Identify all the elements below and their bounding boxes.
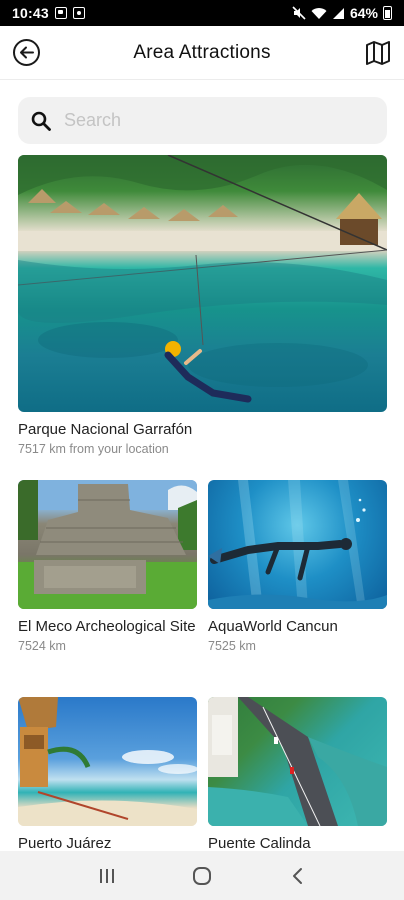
attraction-image-el-meco [18, 480, 197, 609]
page-title: Area Attractions [133, 41, 271, 63]
attraction-image-puente-calinda [208, 697, 387, 826]
attraction-card-puente-calinda[interactable]: Puente Calinda [208, 697, 387, 854]
search-input[interactable] [64, 110, 354, 131]
status-time: 10:43 [12, 5, 49, 21]
wifi-icon [311, 7, 327, 19]
recents-button[interactable] [92, 861, 122, 891]
recents-icon [100, 868, 115, 883]
system-nav-bar [0, 851, 404, 900]
home-button[interactable] [187, 861, 217, 891]
mute-icon [292, 6, 306, 20]
message-notification-icon [54, 7, 67, 19]
app-bar: Area Attractions [0, 26, 404, 80]
attraction-name: El Meco Archeological Site [18, 618, 196, 635]
attraction-distance: 7524 km [18, 639, 66, 653]
search-icon [31, 111, 51, 131]
gallery-notification-icon [72, 7, 85, 19]
diver-illustration [208, 480, 387, 609]
signal-icon [332, 7, 344, 19]
back-arrow-icon [20, 46, 34, 59]
attraction-image-aquaworld [208, 480, 387, 609]
attraction-distance: 7525 km [208, 639, 256, 653]
attraction-name: Parque Nacional Garrafón [18, 421, 193, 438]
attraction-card-garrafon[interactable]: Parque Nacional Garrafón 7517 km from yo… [18, 155, 387, 458]
attraction-card-puerto-juarez[interactable]: Puerto Juárez [18, 697, 197, 854]
beach-illustration [18, 697, 197, 826]
attraction-image-garrafon [18, 155, 387, 412]
zipline-scene-illustration [18, 155, 387, 403]
attraction-card-el-meco[interactable]: El Meco Archeological Site 7524 km [18, 480, 197, 655]
ruins-illustration [18, 480, 197, 609]
status-right: 64% [292, 5, 392, 21]
status-left: 10:43 [12, 5, 85, 21]
status-bar: 10:43 64% [0, 0, 404, 26]
battery-icon [383, 6, 392, 20]
chevron-left-icon [292, 867, 302, 884]
search-bar[interactable] [18, 97, 387, 144]
attraction-image-puerto-juarez [18, 697, 197, 826]
back-nav-button[interactable] [282, 861, 312, 891]
map-icon[interactable] [365, 40, 391, 66]
home-icon [192, 866, 211, 885]
attraction-card-aquaworld[interactable]: AquaWorld Cancun 7525 km [208, 480, 387, 655]
bridge-aerial-illustration [208, 697, 387, 826]
attraction-name: AquaWorld Cancun [208, 618, 338, 635]
back-button[interactable] [13, 39, 40, 66]
battery-percentage: 64% [349, 5, 378, 21]
attraction-distance: 7517 km from your location [18, 442, 169, 456]
